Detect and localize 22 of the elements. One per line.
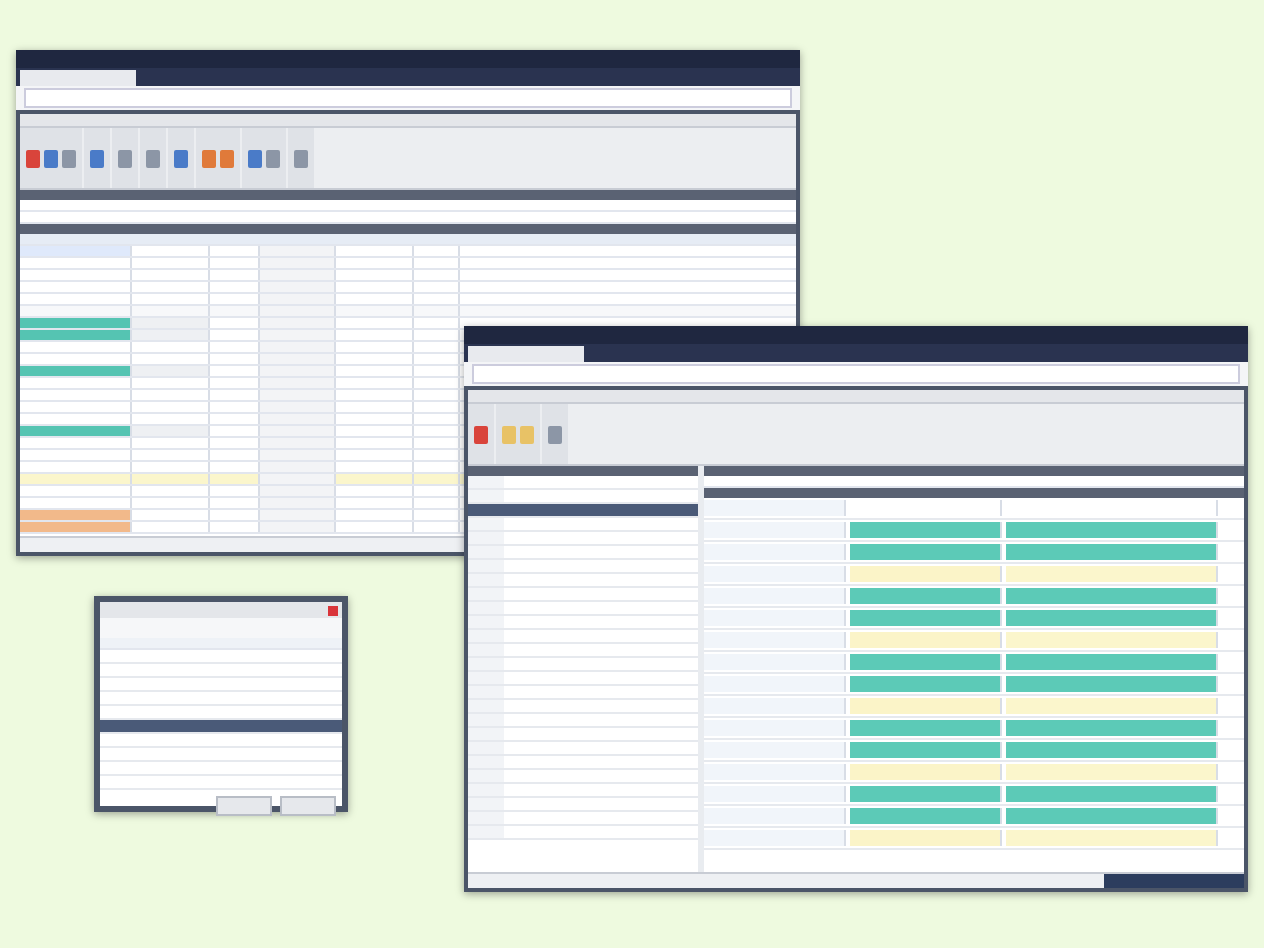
toolbar-icon[interactable] xyxy=(62,149,76,167)
toolbar-icon[interactable] xyxy=(118,149,132,167)
list-row[interactable] xyxy=(468,504,698,518)
toolbar-icon[interactable] xyxy=(294,149,308,167)
toolbar-icon[interactable] xyxy=(266,149,280,167)
toolbar-icon[interactable] xyxy=(44,149,58,167)
toolbar-icon[interactable] xyxy=(26,149,40,167)
toolbar-icon[interactable] xyxy=(90,149,104,167)
status-button[interactable] xyxy=(1104,874,1244,888)
cancel-button[interactable] xyxy=(280,796,336,816)
toolbar-icon[interactable] xyxy=(220,149,234,167)
toolbar-icon[interactable] xyxy=(248,149,262,167)
list-row[interactable] xyxy=(100,720,342,734)
close-icon[interactable] xyxy=(328,605,338,615)
toolbar-icon[interactable] xyxy=(174,149,188,167)
address-field[interactable] xyxy=(24,88,792,108)
toolbar-icon[interactable] xyxy=(202,149,216,167)
browser-tab[interactable] xyxy=(20,70,136,86)
browser-tab[interactable] xyxy=(468,346,584,362)
address-field[interactable] xyxy=(472,364,1240,384)
ok-button[interactable] xyxy=(216,796,272,816)
toolbar-icon[interactable] xyxy=(146,149,160,167)
